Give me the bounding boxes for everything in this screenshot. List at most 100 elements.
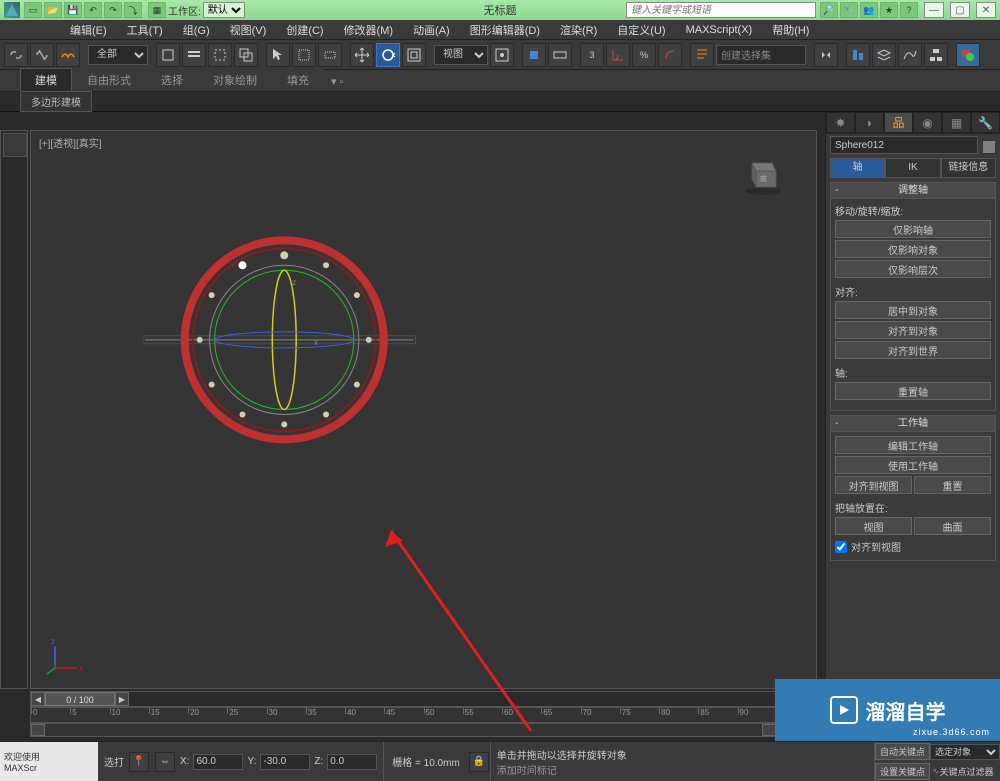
rollout-header-adjust[interactable]: -调整轴	[831, 183, 995, 199]
qat-link-icon[interactable]: ⤵	[124, 2, 142, 18]
btn-align-world[interactable]: 对齐到世界	[835, 341, 991, 359]
btn-align-view[interactable]: 对齐到视图	[835, 476, 912, 494]
selection-filter[interactable]: 全部	[88, 45, 148, 65]
auto-key-button[interactable]: 自动关键点	[875, 743, 930, 760]
minimize-button[interactable]: —	[924, 2, 944, 18]
time-handle[interactable]: 0 / 100	[45, 692, 115, 706]
cmd-tab-motion-icon[interactable]: ◉	[913, 112, 942, 133]
select-name-icon[interactable]	[182, 43, 206, 67]
mirror-icon[interactable]	[814, 43, 838, 67]
menu-edit[interactable]: 编辑(E)	[60, 20, 117, 40]
menu-rendering[interactable]: 渲染(R)	[550, 20, 607, 40]
maximize-button[interactable]: ▢	[950, 2, 970, 18]
use-center-icon[interactable]	[490, 43, 514, 67]
snap-toggle-icon[interactable]: 3	[580, 43, 604, 67]
app-logo-icon[interactable]	[4, 2, 20, 18]
edit-selection-icon[interactable]	[690, 43, 714, 67]
time-next-icon[interactable]: ▶	[115, 692, 129, 706]
abs-rel-icon[interactable]: ⇔	[155, 752, 175, 772]
subcmd-pivot[interactable]: 轴	[830, 158, 885, 178]
tab-freeform[interactable]: 自由形式	[72, 68, 146, 91]
menu-views[interactable]: 视图(V)	[220, 20, 277, 40]
qat-redo-icon[interactable]: ↷	[104, 2, 122, 18]
rollout-header-working[interactable]: -工作轴	[831, 416, 995, 432]
btn-affect-hierarchy[interactable]: 仅影响层次	[835, 260, 991, 278]
ref-coord-system[interactable]: 视图	[434, 45, 488, 65]
btn-reset-pivot[interactable]: 重置轴	[835, 382, 991, 400]
z-input[interactable]	[327, 754, 377, 770]
key-mode-select[interactable]: 选定对象	[930, 744, 1000, 760]
search-input[interactable]	[626, 2, 816, 18]
cmd-tab-utilities-icon[interactable]: 🔧	[971, 112, 1000, 133]
menu-customize[interactable]: 自定义(U)	[607, 20, 675, 40]
material-icon[interactable]	[956, 43, 980, 67]
selection-set-input[interactable]	[716, 45, 806, 65]
view-cube-icon[interactable]: 前	[740, 151, 786, 197]
tab-populate[interactable]: 填充	[272, 68, 324, 91]
time-ruler[interactable]: 05 1015 2025 3035 4045 5055 6065 7075 80…	[30, 707, 817, 723]
close-button[interactable]: ✕	[976, 2, 996, 18]
subtab-poly-modeling[interactable]: 多边形建模	[20, 91, 92, 112]
tab-expand[interactable]: ▾ ▫	[324, 71, 350, 91]
align-icon[interactable]	[846, 43, 870, 67]
object-color-swatch[interactable]	[982, 140, 996, 154]
rotate-icon[interactable]	[376, 43, 400, 67]
curve-editor-icon[interactable]	[898, 43, 922, 67]
tab-modeling[interactable]: 建模	[20, 68, 72, 91]
btn-use-working[interactable]: 使用工作轴	[835, 456, 991, 474]
link-icon[interactable]	[4, 43, 28, 67]
object-name-field[interactable]: Sphere012	[830, 136, 978, 154]
btn-affect-object[interactable]: 仅影响对象	[835, 240, 991, 258]
qat-new-icon[interactable]: ▭	[24, 2, 42, 18]
spinner-snap-icon[interactable]	[658, 43, 682, 67]
menu-modifiers[interactable]: 修改器(M)	[334, 20, 404, 40]
layer-icon[interactable]	[872, 43, 896, 67]
help-icon[interactable]: 👥	[860, 2, 878, 18]
angle-snap-icon[interactable]	[606, 43, 630, 67]
subcmd-ik[interactable]: IK	[885, 158, 940, 178]
unlink-icon[interactable]	[30, 43, 54, 67]
menu-maxscript[interactable]: MAXScript(X)	[676, 22, 763, 38]
cmd-tab-create-icon[interactable]: ✸	[826, 112, 855, 133]
btn-align-object[interactable]: 对齐到对象	[835, 321, 991, 339]
workspace-dropdown[interactable]: 默认	[203, 2, 245, 18]
workspace-icon[interactable]: ▦	[148, 2, 166, 18]
check-align-view-input[interactable]	[835, 541, 847, 553]
menu-tools[interactable]: 工具(T)	[117, 20, 173, 40]
time-slider[interactable]: ◀ 0 / 100 ▶	[30, 691, 817, 707]
select-region-icon[interactable]	[208, 43, 232, 67]
move-icon[interactable]	[350, 43, 374, 67]
bind-icon[interactable]	[56, 43, 80, 67]
schematic-icon[interactable]	[924, 43, 948, 67]
info-icon[interactable]: ?	[900, 2, 918, 18]
window-crossing-icon[interactable]	[234, 43, 258, 67]
x-input[interactable]	[193, 754, 243, 770]
strip-btn-1[interactable]	[3, 133, 27, 157]
wrench-icon[interactable]: 🔧	[840, 2, 858, 18]
cmd-tab-display-icon[interactable]: ▦	[942, 112, 971, 133]
tab-object-paint[interactable]: 对象绘制	[198, 68, 272, 91]
btn-place-surface[interactable]: 曲面	[914, 517, 991, 535]
lock-selection-icon[interactable]: 📍	[129, 752, 149, 772]
btn-affect-pivot[interactable]: 仅影响轴	[835, 220, 991, 238]
time-prev-icon[interactable]: ◀	[31, 692, 45, 706]
select-cursor-icon[interactable]	[266, 43, 290, 67]
cmd-tab-modify-icon[interactable]: ◗	[855, 112, 884, 133]
qat-undo-icon[interactable]: ↶	[84, 2, 102, 18]
timeline-scrollbar[interactable]: ⊞ ⊟	[30, 723, 817, 737]
check-align-view[interactable]: 对齐到视图	[835, 537, 991, 556]
select-object-icon[interactable]	[156, 43, 180, 67]
keyboard-icon[interactable]	[548, 43, 572, 67]
viewport[interactable]: [+][透视][真实]	[30, 130, 817, 689]
btn-edit-working[interactable]: 编辑工作轴	[835, 436, 991, 454]
time-tag-line[interactable]: 添加时间标记	[497, 762, 868, 777]
rect-select-icon[interactable]	[318, 43, 342, 67]
menu-graph[interactable]: 图形编辑器(D)	[460, 20, 550, 40]
set-key-button[interactable]: 设置关键点	[875, 763, 930, 780]
menu-create[interactable]: 创建(C)	[276, 20, 333, 40]
btn-reset[interactable]: 重置	[914, 476, 991, 494]
isolate-icon[interactable]: 🔒	[469, 752, 489, 772]
cmd-tab-hierarchy-icon[interactable]: 品	[884, 112, 913, 133]
search-icon[interactable]: 🔎	[820, 2, 838, 18]
btn-center-object[interactable]: 居中到对象	[835, 301, 991, 319]
